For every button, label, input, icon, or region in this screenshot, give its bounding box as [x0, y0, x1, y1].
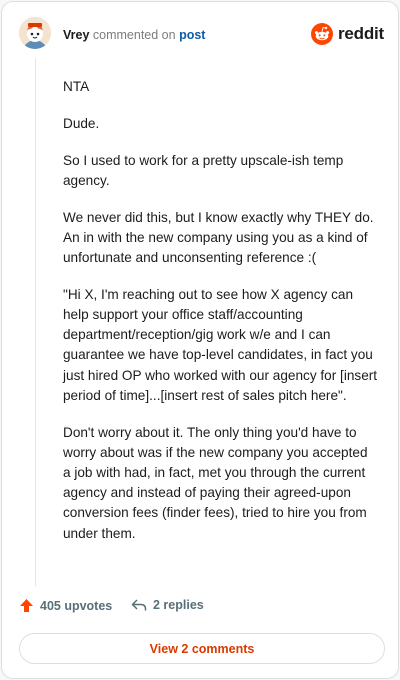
- comment-actions: 405 upvotes 2 replies: [19, 598, 379, 618]
- user-avatar[interactable]: [19, 17, 51, 49]
- reply-count: 2 replies: [153, 598, 204, 612]
- reddit-logo[interactable]: reddit: [311, 21, 384, 47]
- comment-paragraph: Don't worry about it. The only thing you…: [63, 424, 368, 541]
- replies-button[interactable]: 2 replies: [131, 598, 204, 612]
- thread-line: [35, 58, 36, 586]
- username[interactable]: Vrey: [63, 28, 89, 42]
- upvote-button[interactable]: 405 upvotes: [19, 598, 112, 613]
- reply-icon: [131, 599, 147, 611]
- reddit-wordmark: reddit: [338, 24, 385, 43]
- upvote-arrow-icon: [20, 599, 33, 612]
- post-link[interactable]: post: [179, 28, 205, 42]
- comment-paragraph: We never did this, but I know exactly wh…: [63, 209, 374, 265]
- upvote-count: 405 upvotes: [40, 598, 113, 613]
- comment-body: NTA Dude. So I used to work for a pretty…: [63, 77, 378, 560]
- comment-paragraph: "Hi X, I'm reaching out to see how X age…: [63, 286, 378, 403]
- reddit-snoo-icon: [311, 23, 333, 45]
- comment-paragraph: NTA: [63, 79, 90, 94]
- view-comments-button[interactable]: View 2 comments: [19, 633, 385, 664]
- comment-header: Vrey commented on post reddit: [2, 2, 398, 68]
- comment-paragraph: Dude.: [63, 115, 100, 131]
- comment-meta: Vrey commented on post: [63, 27, 205, 43]
- action-text: commented on: [92, 28, 176, 42]
- comment-card: Vrey commented on post reddit NTA Dude. …: [1, 1, 399, 679]
- comment-paragraph: So I used to work for a pretty upscale-i…: [63, 152, 344, 188]
